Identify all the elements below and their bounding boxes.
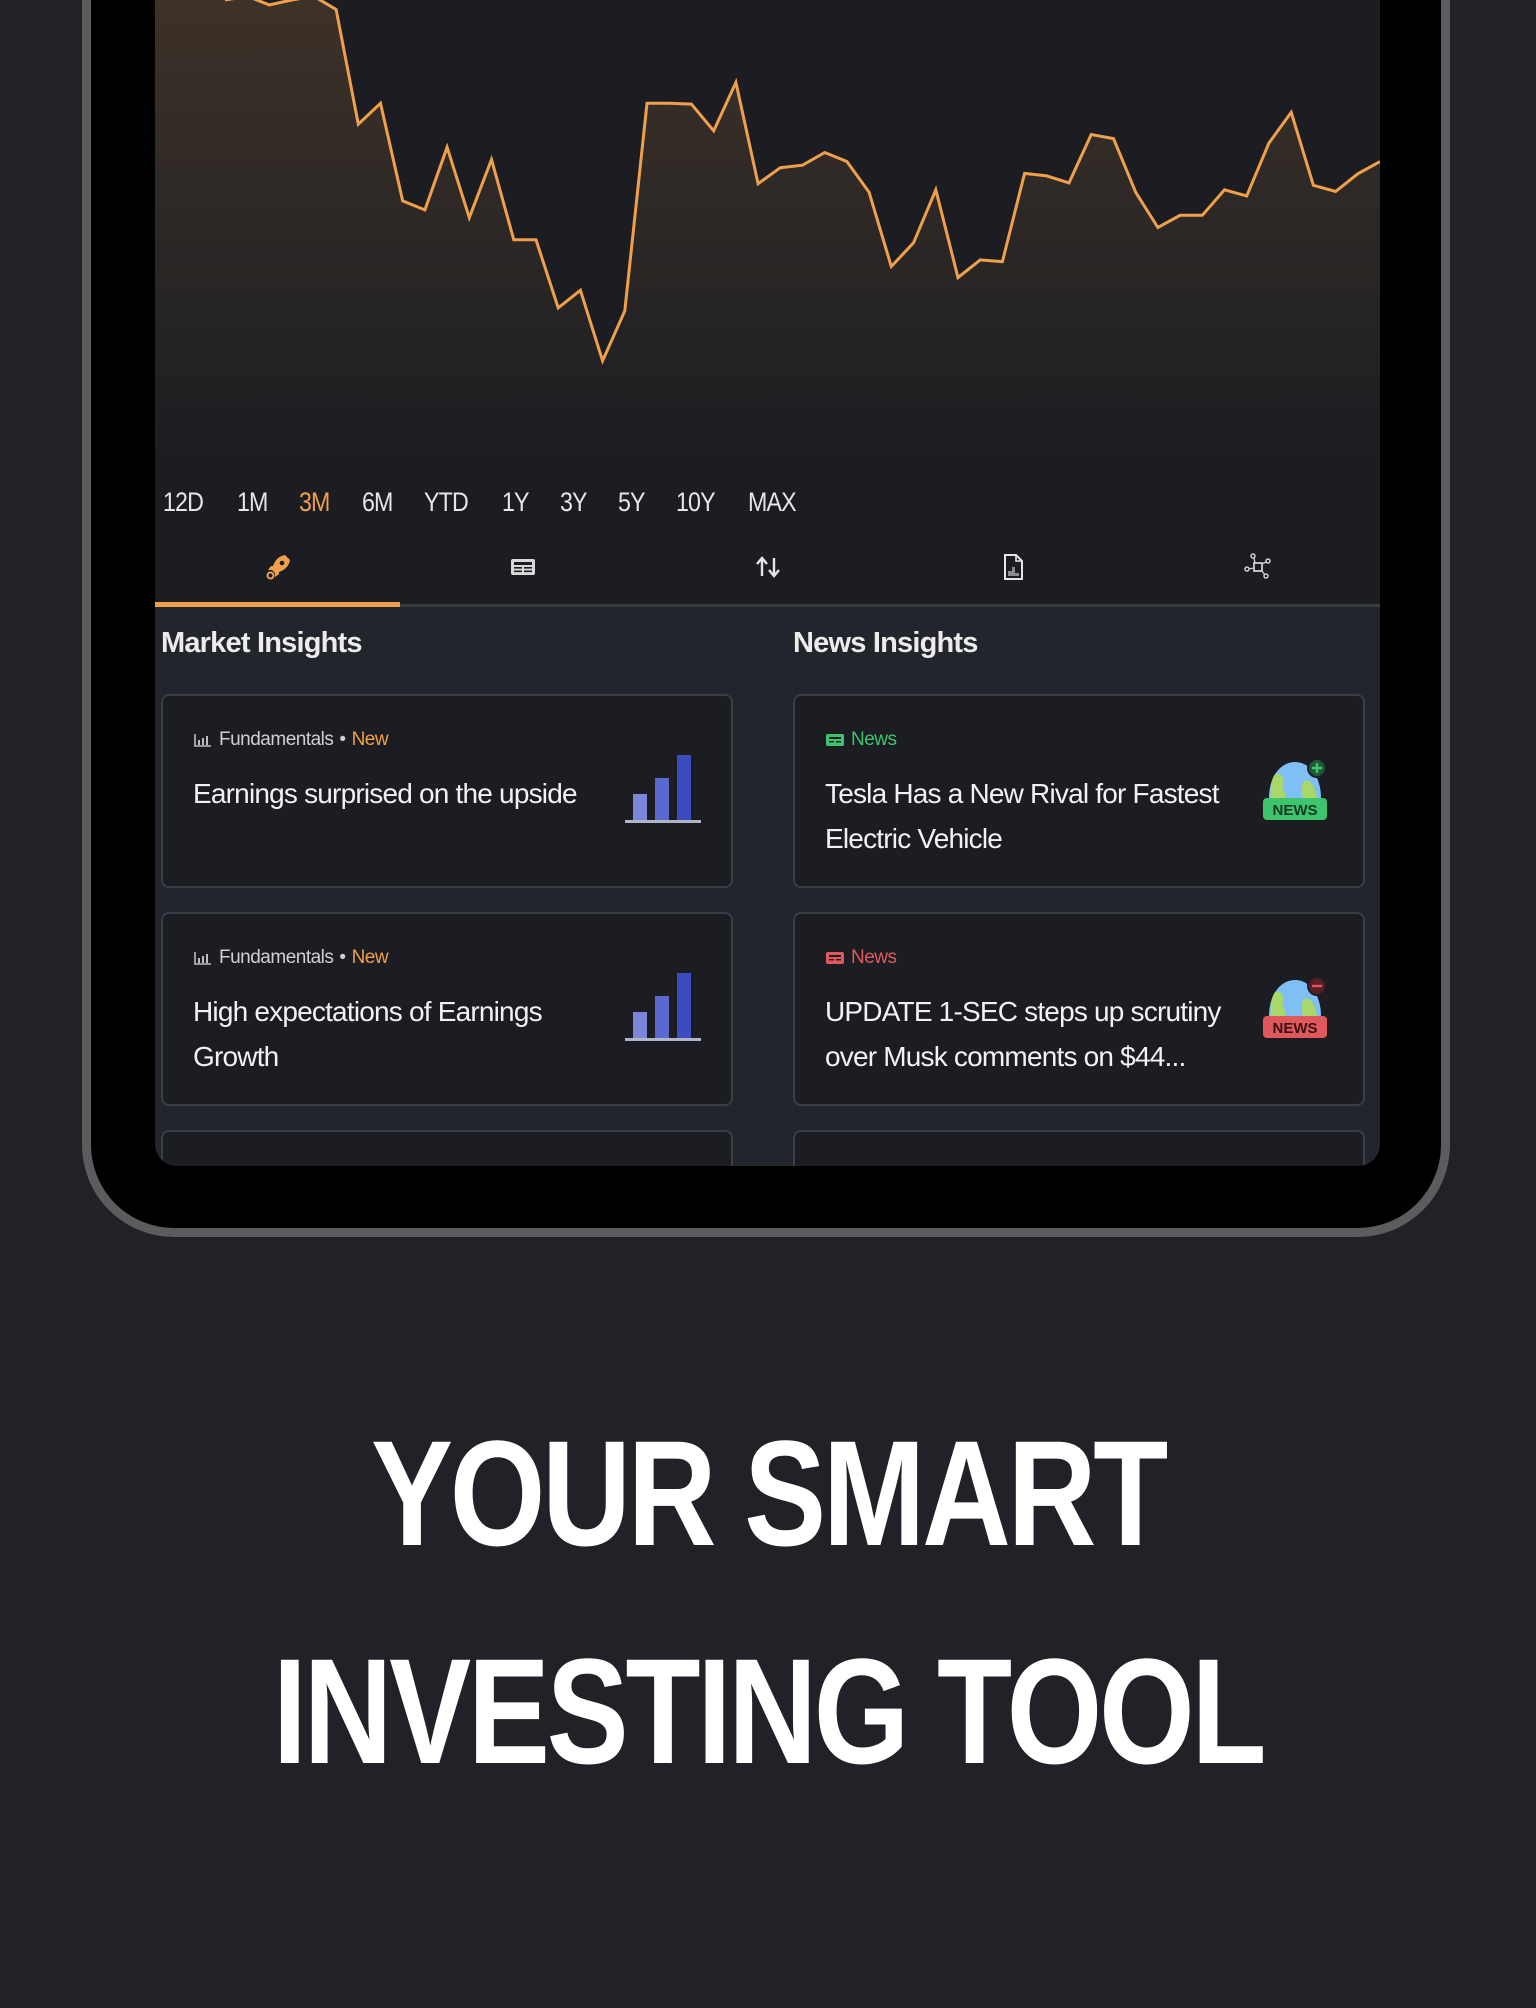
range-3m[interactable]: 3M [299,487,330,518]
insight-tabs [155,530,1380,607]
bar-chart-icon [625,755,701,823]
card-category: Fundamentals [219,947,334,968]
news-insights-title: News Insights [793,627,978,659]
range-max[interactable]: MAX [748,487,797,518]
card-meta: Fundamentals • New [193,947,389,969]
price-chart-svg [155,0,1380,460]
range-5y[interactable]: 5Y [618,487,646,518]
range-1m[interactable]: 1M [237,487,268,518]
rocket-icon [266,555,290,580]
headline-line-2: INVESTING TOOL [272,1627,1267,1795]
card-title: Earnings surprised on the upside [193,778,578,809]
tab-reports[interactable] [890,530,1135,604]
news-globe-positive-icon: NEWS [1263,758,1327,820]
tab-transactions[interactable] [645,530,890,604]
fundamentals-icon [194,952,211,965]
range-3y[interactable]: 3Y [560,487,588,518]
market-insight-card[interactable]: Fundamentals • New Earnings surprised on… [161,694,733,888]
new-badge: New [351,947,389,968]
tab-news[interactable] [400,530,645,604]
bar-chart-icon [625,973,701,1041]
headline-line-1: YOUR SMART [370,1409,1168,1577]
range-ytd[interactable]: YTD [424,487,469,518]
card-category: News [851,947,897,968]
market-insights-title: Market Insights [161,627,363,659]
market-insight-card[interactable]: Fundamentals • New High expectations of … [161,912,733,1106]
card-category: News [851,729,897,750]
card-title: Tesla Has a New Rival for Fastest Electr… [825,778,1220,854]
app-screen: 12D 1M 3M 6M YTD 1Y 3Y 5Y 10Y MAX Market… [155,0,1380,1166]
card-meta: Fundamentals • New [193,729,389,751]
market-insight-card-partial[interactable] [161,1130,733,1166]
news-insight-card[interactable]: News UPDATE 1-SEC steps up scrutiny over… [793,912,1365,1106]
card-meta: News [825,729,897,751]
network-icon [1243,553,1271,579]
meta-separator: • [339,947,346,968]
price-chart[interactable] [155,0,1380,460]
tab-insights[interactable] [155,530,400,607]
meta-separator: • [339,729,346,750]
insights-panel: Market Insights Fundamentals • New Earni… [155,607,1380,1166]
news-insight-card-partial[interactable] [793,1130,1365,1166]
tab-network[interactable] [1135,530,1380,604]
card-meta: News [825,947,897,969]
news-globe-negative-icon: NEWS [1263,976,1327,1038]
up-down-arrows-icon [755,556,780,578]
card-title: High expectations of Earnings Growth [193,996,543,1072]
document-chart-icon [1003,554,1023,580]
svg-text:NEWS: NEWS [1273,1020,1318,1037]
new-badge: New [351,729,389,750]
range-1y[interactable]: 1Y [502,487,530,518]
card-title: UPDATE 1-SEC steps up scrutiny over Musk… [825,996,1221,1072]
range-12d[interactable]: 12D [163,487,204,518]
fundamentals-icon [194,734,211,747]
svg-text:NEWS: NEWS [1273,802,1318,819]
time-range-selector: 12D 1M 3M 6M YTD 1Y 3Y 5Y 10Y MAX [163,484,831,520]
range-10y[interactable]: 10Y [676,487,716,518]
news-insight-card[interactable]: News Tesla Has a New Rival for Fastest E… [793,694,1365,888]
range-6m[interactable]: 6M [362,487,393,518]
card-category: Fundamentals [219,729,334,750]
newspaper-icon [510,559,535,575]
news-icon [826,734,844,746]
news-icon [826,952,844,964]
chart-area-fill [155,0,1380,460]
